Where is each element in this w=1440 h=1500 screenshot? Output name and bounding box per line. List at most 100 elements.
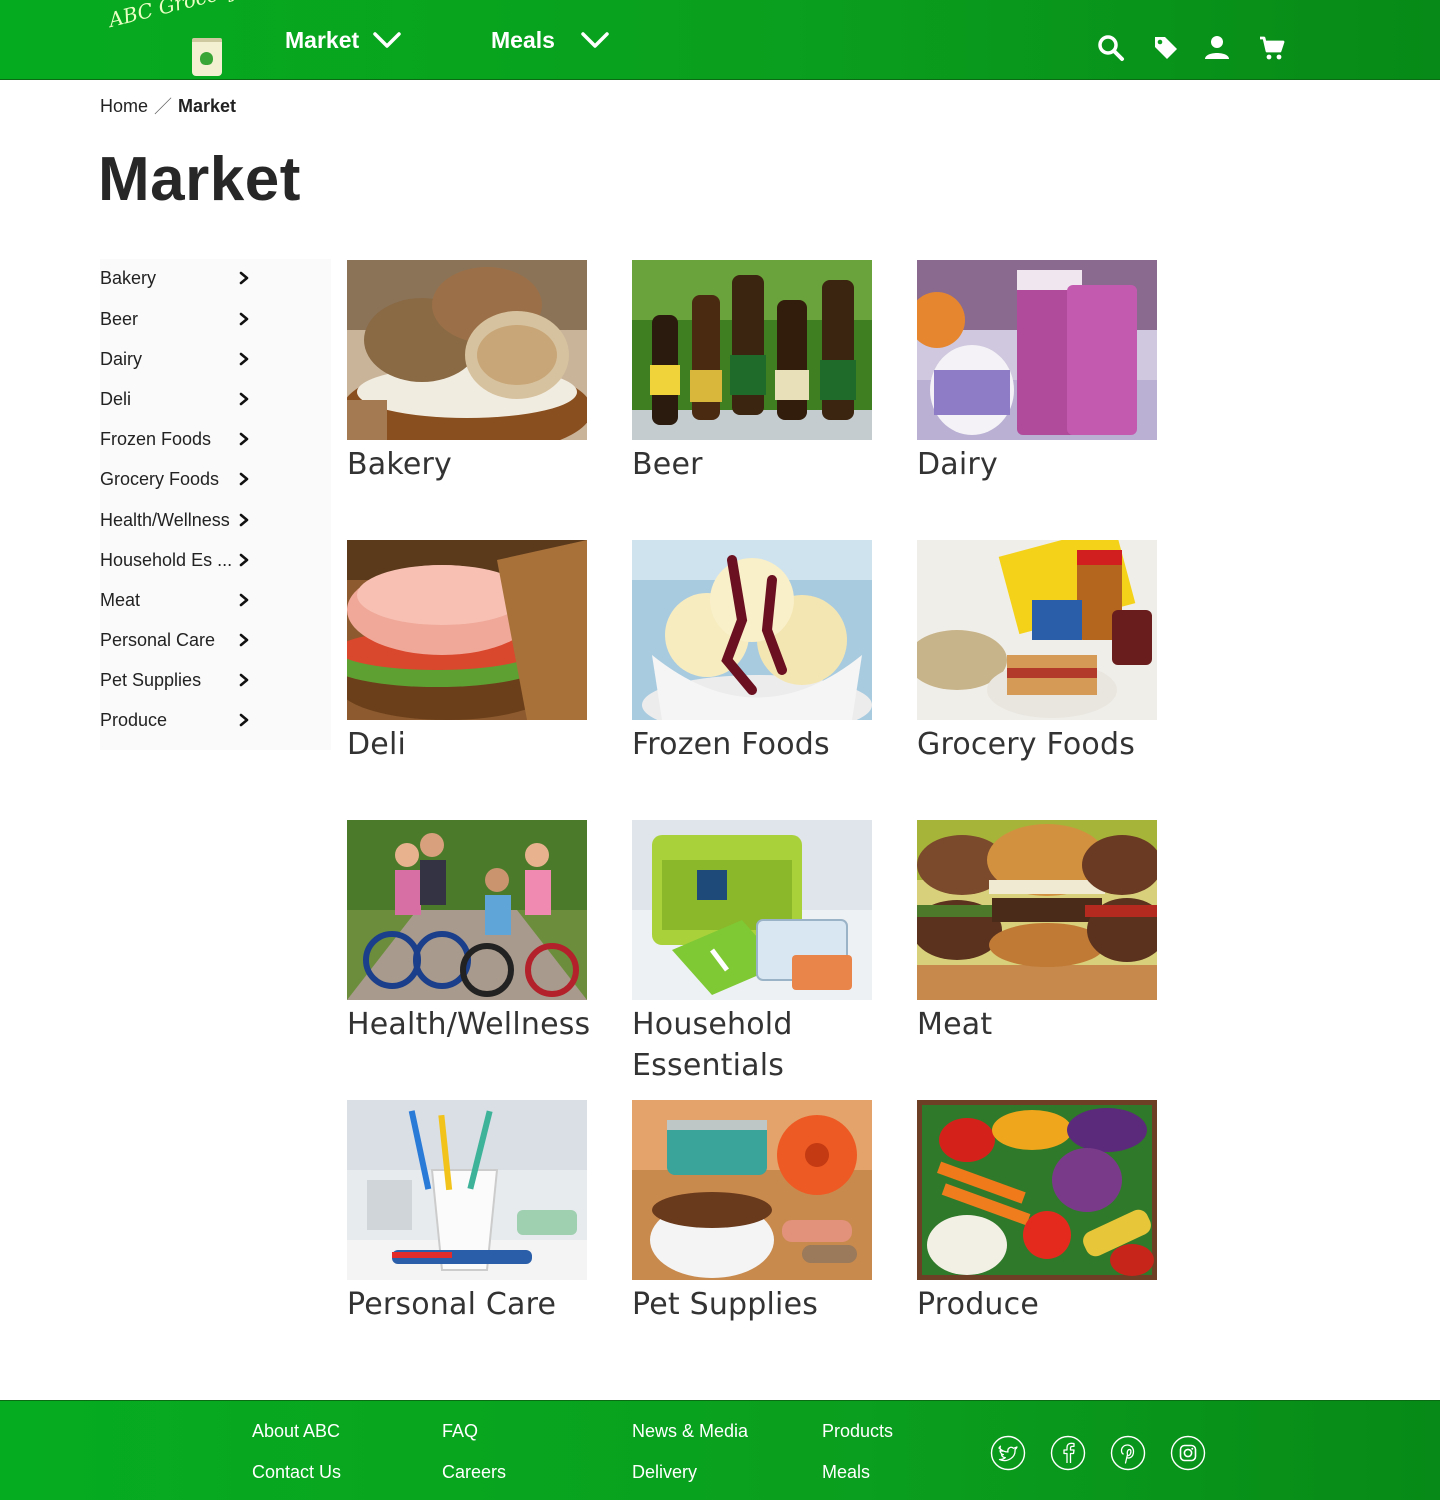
- sidebar-item[interactable]: Produce: [100, 705, 250, 735]
- sidebar-item[interactable]: Dairy: [100, 344, 250, 374]
- instagram-icon[interactable]: [1170, 1435, 1206, 1471]
- sidebar-item[interactable]: Meat: [100, 585, 250, 615]
- category-image[interactable]: [632, 260, 872, 440]
- category-tile[interactable]: Deli: [347, 540, 587, 765]
- logo-text: ABC Grocery: [106, 0, 241, 32]
- nav-meals[interactable]: Meals: [491, 0, 609, 80]
- footer-link[interactable]: Delivery: [632, 1462, 697, 1483]
- user-icon[interactable]: [1203, 34, 1231, 62]
- category-tile[interactable]: Household Essentials: [632, 820, 872, 1086]
- category-tile[interactable]: Pet Supplies: [632, 1100, 872, 1325]
- sidebar-item[interactable]: Household Es ...: [100, 545, 250, 575]
- sidebar-item-label: Pet Supplies: [100, 669, 202, 690]
- sidebar-item-label: Health/Wellness: [100, 509, 230, 530]
- chevron-right-icon: [239, 593, 249, 607]
- category-tile[interactable]: Beer: [632, 260, 872, 485]
- sidebar-item[interactable]: Grocery Foods: [100, 464, 250, 494]
- tag-icon[interactable]: [1152, 34, 1180, 62]
- category-image[interactable]: [347, 1100, 587, 1280]
- category-tile[interactable]: Frozen Foods: [632, 540, 872, 765]
- category-caption[interactable]: Deli: [347, 724, 587, 765]
- sidebar-item[interactable]: Health/Wellness: [100, 505, 250, 535]
- category-image[interactable]: [917, 540, 1157, 720]
- breadcrumb-separator: ／: [154, 97, 173, 117]
- sidebar-item-label: Bakery: [100, 267, 157, 288]
- grocery-bag-icon: [192, 38, 222, 76]
- chevron-right-icon: [239, 513, 249, 527]
- category-caption[interactable]: Household Essentials: [632, 1004, 872, 1086]
- nav-market[interactable]: Market: [285, 0, 401, 80]
- sidebar-item-label: Frozen Foods: [100, 428, 212, 449]
- sidebar-item-label: Household Es ...: [100, 549, 233, 570]
- chevron-right-icon: [239, 432, 249, 446]
- nav-market-label: Market: [285, 26, 360, 53]
- sidebar-item[interactable]: Bakery: [100, 263, 250, 293]
- category-image[interactable]: [632, 1100, 872, 1280]
- pinterest-icon[interactable]: [1110, 1435, 1146, 1471]
- chevron-right-icon: [239, 673, 249, 687]
- top-navigation-bar: ABC Grocery Market Meals: [0, 0, 1440, 80]
- footer-link[interactable]: Meals: [822, 1462, 870, 1483]
- category-caption[interactable]: Beer: [632, 444, 872, 485]
- sidebar-item-label: Beer: [100, 308, 139, 329]
- sidebar-item-label: Grocery Foods: [100, 468, 220, 489]
- category-image[interactable]: [917, 1100, 1157, 1280]
- category-image[interactable]: [347, 260, 587, 440]
- sidebar-item-label: Dairy: [100, 348, 143, 369]
- footer-link[interactable]: Careers: [442, 1462, 506, 1483]
- chevron-right-icon: [239, 713, 249, 727]
- chevron-down-icon: [581, 32, 609, 48]
- category-caption[interactable]: Dairy: [917, 444, 1157, 485]
- twitter-icon[interactable]: [990, 1435, 1026, 1471]
- category-caption[interactable]: Personal Care: [347, 1284, 587, 1325]
- chevron-right-icon: [239, 271, 249, 285]
- category-caption[interactable]: Bakery: [347, 444, 587, 485]
- page-title: Market: [98, 145, 301, 214]
- chevron-right-icon: [239, 392, 249, 406]
- category-tile[interactable]: Health/Wellness: [347, 820, 590, 1045]
- sidebar-item[interactable]: Personal Care: [100, 625, 250, 655]
- chevron-right-icon: [239, 312, 249, 326]
- category-sidebar: Bakery Beer Dairy Deli Frozen Foods Grocery F…: [100, 259, 331, 750]
- footer-link[interactable]: FAQ: [442, 1421, 478, 1442]
- breadcrumb-current: Market: [178, 95, 237, 116]
- category-image[interactable]: [347, 820, 587, 1000]
- nav-meals-label: Meals: [491, 26, 555, 53]
- sidebar-item-label: Deli: [100, 388, 132, 409]
- category-tile[interactable]: Meat: [917, 820, 1157, 1045]
- category-tile[interactable]: Dairy: [917, 260, 1157, 485]
- sidebar-item[interactable]: Deli: [100, 384, 250, 414]
- abc-grocery-logo[interactable]: ABC Grocery: [106, 0, 242, 78]
- footer-link[interactable]: Contact Us: [252, 1462, 341, 1483]
- category-tile[interactable]: Personal Care: [347, 1100, 587, 1325]
- facebook-icon[interactable]: [1050, 1435, 1086, 1471]
- chevron-right-icon: [239, 633, 249, 647]
- cart-icon[interactable]: [1258, 34, 1286, 62]
- category-image[interactable]: [632, 540, 872, 720]
- footer-link[interactable]: Products: [822, 1421, 893, 1442]
- category-caption[interactable]: Grocery Foods: [917, 724, 1157, 765]
- category-tile[interactable]: Produce: [917, 1100, 1157, 1325]
- category-tile[interactable]: Grocery Foods: [917, 540, 1157, 765]
- category-image[interactable]: [917, 260, 1157, 440]
- sidebar-item[interactable]: Pet Supplies: [100, 665, 250, 695]
- sidebar-item[interactable]: Frozen Foods: [100, 424, 250, 454]
- footer-link[interactable]: About ABC: [252, 1421, 340, 1442]
- category-caption[interactable]: Meat: [917, 1004, 1157, 1045]
- category-image[interactable]: [632, 820, 872, 1000]
- sidebar-item-label: Produce: [100, 709, 168, 730]
- chevron-right-icon: [239, 553, 249, 567]
- category-caption[interactable]: Health/Wellness: [347, 1004, 590, 1045]
- breadcrumb-home-link[interactable]: Home: [100, 96, 148, 117]
- footer-link[interactable]: News & Media: [632, 1421, 748, 1442]
- category-tile[interactable]: Bakery: [347, 260, 587, 485]
- sidebar-item[interactable]: Beer: [100, 304, 250, 334]
- chevron-right-icon: [239, 472, 249, 486]
- category-caption[interactable]: Produce: [917, 1284, 1157, 1325]
- chevron-down-icon: [373, 32, 401, 48]
- category-caption[interactable]: Frozen Foods: [632, 724, 872, 765]
- category-image[interactable]: [917, 820, 1157, 1000]
- search-icon[interactable]: [1097, 34, 1125, 62]
- category-caption[interactable]: Pet Supplies: [632, 1284, 872, 1325]
- category-image[interactable]: [347, 540, 587, 720]
